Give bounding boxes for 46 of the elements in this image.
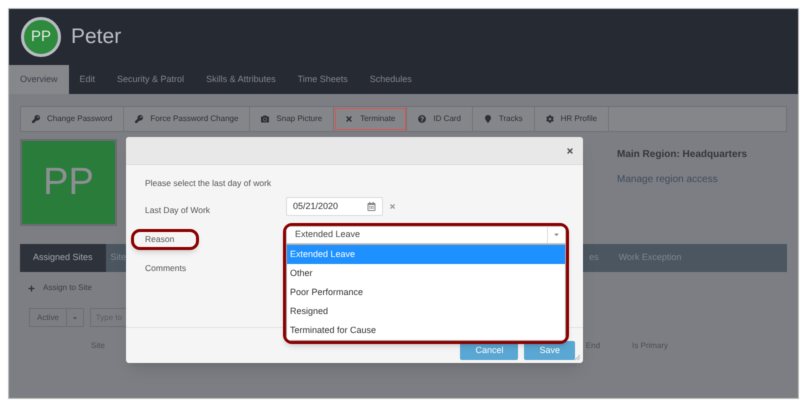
caret-icon xyxy=(72,314,78,320)
toolbar-button[interactable]: Terminate xyxy=(334,107,408,131)
tab[interactable]: Schedules xyxy=(358,65,423,94)
camera-icon xyxy=(261,115,270,123)
dropdown-option[interactable]: Poor Performance xyxy=(287,282,565,302)
clear-icon[interactable] xyxy=(389,202,396,210)
avatar: PP xyxy=(21,17,61,57)
dropdown-option[interactable]: Extended Leave xyxy=(287,244,565,264)
toolbar-button[interactable]: ID Card xyxy=(407,107,473,131)
resize-grip-icon xyxy=(574,354,581,361)
toolbar-button[interactable]: Force Password Change xyxy=(124,107,250,131)
dialog-prompt: Please select the last day of work xyxy=(145,177,272,190)
close-icon xyxy=(345,115,354,123)
key-icon xyxy=(32,115,40,123)
assign-button[interactable]: Assign to Site xyxy=(43,282,92,294)
date-field[interactable]: 05/21/2020 xyxy=(286,196,383,216)
settings-icon xyxy=(546,115,554,123)
region-label: Main Region: Headquarters xyxy=(617,148,748,162)
field-label: Comments xyxy=(144,262,188,275)
reason-select[interactable]: Extended Leave xyxy=(286,226,566,244)
map-pin-icon xyxy=(484,115,492,123)
plus-icon xyxy=(28,284,35,292)
calendar-icon[interactable] xyxy=(367,202,376,211)
caret-icon xyxy=(553,231,560,238)
field-label: Last Day of Work xyxy=(144,204,212,217)
tab[interactable]: Skills & Attributes xyxy=(195,65,287,94)
status-filter[interactable]: Active xyxy=(29,308,84,327)
toolbar-button[interactable]: Tracks xyxy=(472,107,535,131)
tab[interactable]: Time Sheets xyxy=(286,65,359,94)
user-name: Peter xyxy=(71,24,122,50)
tab[interactable]: Overview xyxy=(9,65,69,94)
tab[interactable]: Edit xyxy=(68,65,106,94)
help-icon xyxy=(418,115,426,123)
key-icon xyxy=(135,115,144,123)
dropdown-option[interactable]: Resigned xyxy=(287,302,565,321)
profile-photo: PP xyxy=(20,139,117,226)
tab[interactable]: Assigned Sites xyxy=(20,244,106,272)
field-label: Reason xyxy=(131,228,200,250)
dropdown-option[interactable]: Terminated for Cause xyxy=(287,320,565,340)
tab[interactable]: Security & Patrol xyxy=(106,65,196,94)
dropdown-option[interactable]: Other xyxy=(287,264,565,283)
toolbar-button[interactable]: HR Profile xyxy=(534,107,610,131)
toolbar-button[interactable]: Change Password xyxy=(21,107,124,131)
close-icon[interactable] xyxy=(566,146,574,154)
toolbar-button[interactable]: Snap Picture xyxy=(250,107,334,131)
manage-region-link[interactable]: Manage region access xyxy=(617,172,748,187)
